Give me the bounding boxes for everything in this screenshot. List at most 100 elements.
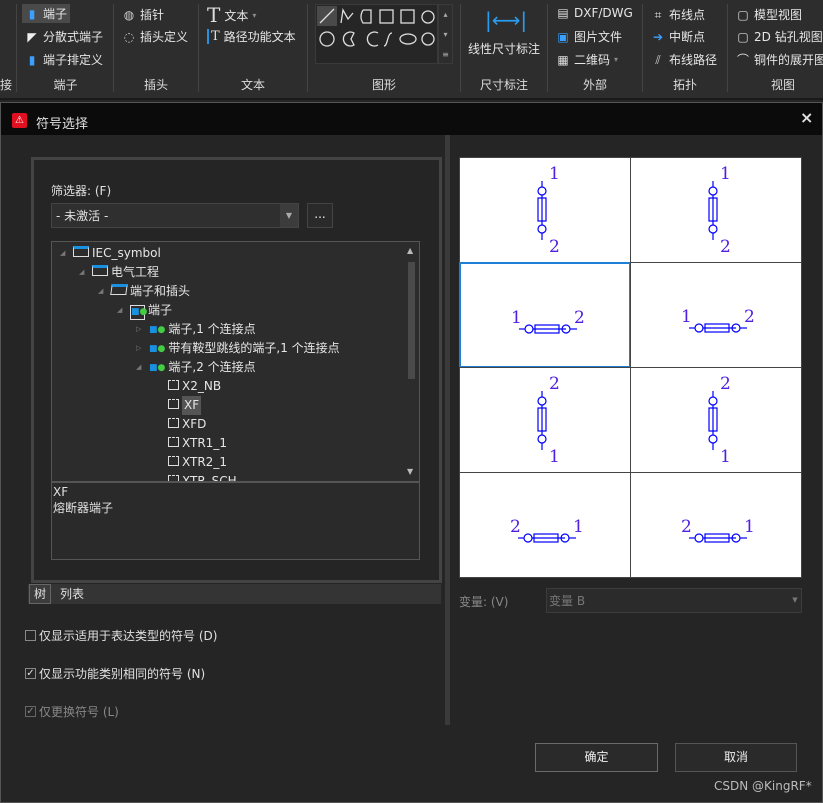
expand-toggle-icon[interactable]: ▷	[136, 320, 146, 339]
distributed-terminal-button[interactable]: ◤ 分散式端子	[25, 28, 103, 45]
dialog-titlebar[interactable]: ⚠ 符号选择 ×	[1, 103, 822, 135]
expand-toggle-icon[interactable]: ◢	[98, 282, 108, 301]
path-function-text-button[interactable]: T 路径功能文本	[207, 28, 296, 45]
filter-label: 筛选器: (F)	[51, 184, 112, 198]
plug-definition-button[interactable]: ◌ 插头定义	[122, 28, 188, 45]
tree-item[interactable]: ◢ ■● 端子	[117, 301, 172, 320]
symbol-variant-cell[interactable]: 21	[630, 472, 802, 578]
tree-item-label: XFD	[182, 417, 207, 431]
symbol-variant-cell[interactable]: 12	[630, 157, 802, 263]
tree-item[interactable]: ▷ ■● 端子,1 个连接点	[136, 320, 256, 339]
cancel-button[interactable]: 取消	[675, 743, 797, 772]
ok-button[interactable]: 确定	[535, 743, 658, 772]
checkbox-box[interactable]: ✓	[25, 668, 36, 679]
text-button[interactable]: T 文本 ▾	[207, 3, 256, 27]
symbol-variant-cell[interactable]: 21	[459, 472, 631, 578]
tree-item[interactable]: XFD	[155, 415, 206, 434]
routing-path-button[interactable]: ⫽ 布线路径	[651, 51, 717, 68]
drill-view-button[interactable]: ▢ 2D 钻孔视图	[736, 28, 822, 45]
tree-item[interactable]: X2_NB	[155, 377, 221, 396]
tab-tree[interactable]: 树	[29, 584, 51, 604]
symbol-variant-cell[interactable]: 12	[459, 157, 631, 263]
linear-dimension-button[interactable]: 线性尺寸标注	[468, 40, 540, 57]
tree-item-label: X2_NB	[182, 379, 222, 393]
tree-item[interactable]: XTR1_1	[155, 434, 227, 453]
path-text-icon: T	[207, 29, 220, 44]
tree-item[interactable]: XTR2_1	[155, 453, 227, 472]
tree-item-label: XF	[182, 396, 202, 415]
connection-label: 2	[549, 237, 560, 257]
connection-label: 2	[720, 237, 731, 257]
terminal-strip-definition-button[interactable]: ▮ 端子排定义	[25, 51, 103, 68]
model-view-icon: ▢	[737, 7, 749, 22]
terminal-icon	[168, 377, 179, 396]
scrollbar-thumb[interactable]	[408, 262, 415, 379]
tree-item[interactable]: ◢ 电气工程	[79, 263, 159, 282]
copper-unfold-view-button[interactable]: ⌒ 铜件的展开图	[736, 51, 823, 68]
symbol-description: XF 熔断器端子	[51, 482, 420, 560]
symbol-variant-cell[interactable]: 12	[630, 262, 802, 368]
image-icon: ▣	[557, 29, 569, 44]
connection-label: 1	[720, 447, 731, 467]
group-label: 接	[0, 78, 13, 92]
close-button[interactable]: ×	[800, 108, 813, 127]
dxf-file-icon: ▤	[557, 6, 569, 20]
tree-scrollbar[interactable]: ▲ ▼	[404, 242, 419, 481]
group-label-text: 文本	[240, 78, 265, 92]
fuse-terminal-symbol: 12	[681, 307, 755, 333]
filter-value: - 未激活 -	[56, 209, 109, 223]
checkbox-replace-symbol-only: ✓ 仅更换符号 (L)	[25, 705, 119, 719]
tree-item[interactable]: ◢ ■● 端子,2 个连接点	[136, 358, 256, 377]
text-icon: T	[207, 3, 221, 27]
tree-item-label: XTR_SCH	[182, 474, 237, 482]
tree-item[interactable]: XF	[155, 396, 202, 415]
fuse-terminal-symbol: 12	[511, 308, 585, 334]
connection-label: 2	[720, 374, 731, 394]
filter-more-button[interactable]: ...	[307, 203, 333, 228]
tree-item[interactable]: ▷ ■● 带有鞍型跳线的端子,1 个连接点	[136, 339, 340, 358]
expand-toggle-icon[interactable]: ◢	[136, 358, 146, 377]
filter-combobox[interactable]: - 未激活 - ▼	[51, 203, 299, 228]
gallery-scroll[interactable]: ▴ ▾ ≡	[438, 4, 453, 64]
shapes-gallery[interactable]	[315, 4, 438, 64]
connection-label: 2	[681, 517, 692, 537]
connection-label: 1	[549, 164, 560, 184]
tree-item-label: 端子和插头	[130, 284, 191, 298]
chevron-down-icon: ▼	[792, 596, 798, 604]
symbol-variant-cell[interactable]: 12	[459, 262, 631, 368]
tree-item[interactable]: ◢ IEC_symbol	[60, 244, 161, 263]
routing-point-button[interactable]: ⌗ 布线点	[651, 6, 705, 23]
variant-combobox: 变量 B ▼	[546, 588, 802, 613]
tree-item[interactable]: XTR_SCH	[155, 472, 237, 482]
interruption-point-button[interactable]: ➔ 中断点	[651, 28, 705, 45]
qr-code-button[interactable]: ▦ 二维码 ▾	[556, 51, 618, 68]
pin-button[interactable]: ◍ 插针	[122, 6, 164, 23]
tree-item[interactable]: ◢ 端子和插头	[98, 282, 190, 301]
expand-toggle-icon[interactable]: ▷	[136, 339, 146, 358]
expand-toggle-icon[interactable]: ◢	[60, 244, 70, 263]
model-view-button[interactable]: ▢ 模型视图	[736, 6, 802, 23]
linear-dimension-icon: |⟷|	[485, 8, 528, 32]
checkbox-box: ✓	[25, 706, 36, 717]
checkbox-box[interactable]	[25, 630, 36, 641]
panel-splitter[interactable]	[445, 135, 450, 725]
symbol-group-icon: ■●	[149, 344, 166, 354]
symbol-variant-cell[interactable]: 21	[459, 367, 631, 473]
dxf-dwg-button[interactable]: ▤ DXF/DWG	[556, 6, 632, 20]
connection-label: 1	[681, 307, 692, 327]
symbol-variant-cell[interactable]: 21	[630, 367, 802, 473]
connection-label: 2	[744, 307, 755, 327]
expand-toggle-icon[interactable]: ◢	[117, 301, 127, 320]
terminal-button[interactable]: ▮ 端子	[22, 4, 71, 23]
pin-icon: ◍	[123, 7, 135, 22]
tree-item-label: 端子,1 个连接点	[168, 322, 256, 336]
terminal-icon	[168, 396, 179, 415]
expand-toggle-icon[interactable]: ◢	[79, 263, 89, 282]
symbol-tree[interactable]: ◢ IEC_symbol ◢ 电气工程 ◢ 端子和插头 ◢ ■● 端子 ▷ ■● 端子,1 个连接点 ▷…	[51, 241, 420, 482]
checkbox-same-function-category[interactable]: ✓ 仅显示功能类别相同的符号 (N)	[25, 665, 205, 682]
variant-value: 变量 B	[549, 594, 586, 608]
image-file-button[interactable]: ▣ 图片文件	[556, 28, 622, 45]
checkbox-representation-type[interactable]: 仅显示适用于表达类型的符号 (D)	[25, 627, 217, 644]
tab-list[interactable]: 列表	[60, 584, 84, 604]
connection-label: 1	[511, 308, 522, 328]
